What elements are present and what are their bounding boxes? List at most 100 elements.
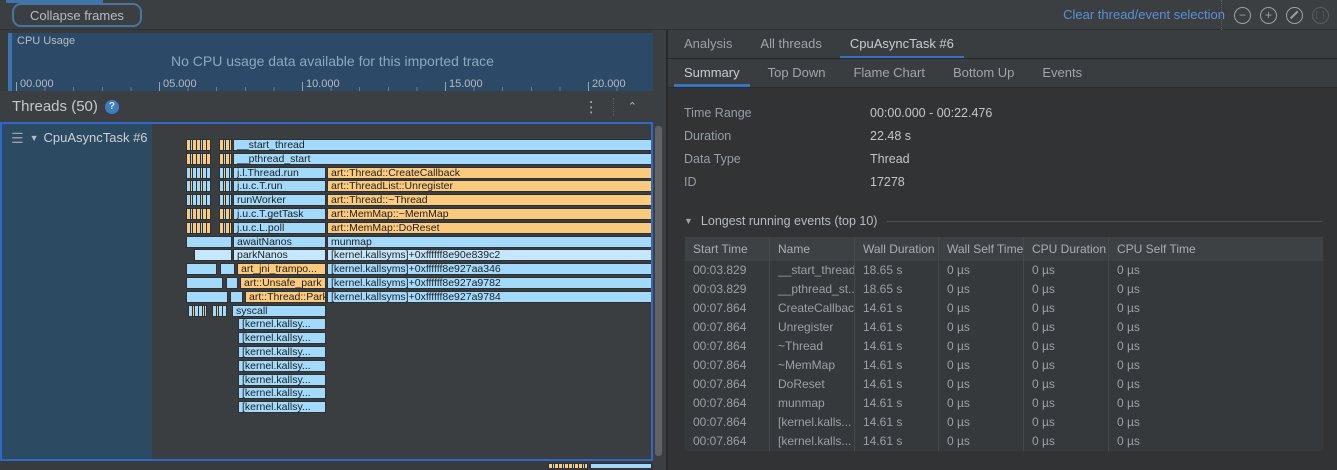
table-cell: 00:07.864 [685,299,770,318]
table-cell: 0 µs [939,261,1024,280]
flame-bar[interactable]: j.u.c.T.run [233,180,326,192]
zoom-out-icon[interactable]: − [1234,7,1251,24]
flame-bar[interactable]: [kernel.kallsyms]+0xffffff8e927aa346 [327,263,651,275]
flame-bar-fragment[interactable] [212,305,227,317]
flame-bar-fragment[interactable] [548,463,588,469]
flame-bar[interactable]: __start_thread [233,139,651,151]
column-header[interactable]: CPU Self Time [1109,237,1323,261]
table-cell: 14.61 s [855,375,939,394]
flame-bar-fragment[interactable] [186,222,211,234]
flame-bar[interactable]: art_jni_trampo... [237,263,326,275]
table-row[interactable]: 00:03.829__start_thread18.65 s0 µs0 µs0 … [685,261,1323,280]
column-header[interactable]: Start Time [685,237,770,261]
flame-bar-fragment[interactable] [194,249,232,261]
flame-bar[interactable]: [kernel.kallsy... [238,374,326,386]
flame-bar[interactable]: [kernel.kallsyms]+0xffffff8e927a9784 [327,291,651,303]
flame-bar-fragment[interactable] [219,153,232,165]
zoom-to-selection-icon[interactable]: [ ] [1312,7,1329,24]
flame-bar-fragment[interactable] [230,291,243,303]
flame-bar[interactable]: [kernel.kallsyms]+0xffffff8e927a9782 [327,277,651,289]
flame-bar-fragment[interactable] [186,236,232,248]
flame-bar[interactable]: runWorker [233,194,326,206]
flame-bar[interactable]: [kernel.kallsyms]+0xffffff8e90e839c2 [327,249,651,261]
flame-bar-fragment[interactable] [186,263,217,275]
flame-bar[interactable]: art::MemMap::~MemMap [327,208,651,220]
table-cell: 0 µs [939,280,1024,299]
flame-bar-fragment[interactable] [219,139,232,151]
column-header[interactable]: Wall Duration [855,237,939,261]
flame-bar-fragment[interactable] [186,194,211,206]
flame-bar-fragment[interactable] [226,277,238,289]
flame-bar[interactable]: art::Thread::Park [245,291,326,303]
flame-bar[interactable]: art::MemMap::DoReset [327,222,651,234]
table-row[interactable]: 00:07.864[kernel.kalls...14.61 s0 µs0 µs… [685,413,1323,432]
flame-bar-fragment[interactable] [186,291,228,303]
column-header[interactable]: Wall Self Time [939,237,1024,261]
flame-bar[interactable]: awaitNanos [233,236,326,248]
kebab-menu-icon[interactable]: ⋮ [570,98,613,116]
flame-bar-fragment[interactable] [219,222,232,234]
column-header[interactable]: Name [770,237,855,261]
flame-bar-fragment[interactable] [186,167,211,179]
subtab-top-down[interactable]: Top Down [754,59,840,87]
table-row[interactable]: 00:07.864[kernel.kalls...14.61 s0 µs0 µs… [685,432,1323,451]
flame-bar-fragment[interactable] [219,167,232,179]
flame-bar[interactable]: syscall [232,305,326,317]
zoom-in-icon[interactable]: + [1260,7,1277,24]
collapse-panel-icon[interactable]: ⌃ [614,100,653,113]
flame-bar[interactable]: art::ThreadList::Unregister [327,180,651,192]
flame-bar-fragment[interactable] [188,305,207,317]
table-row[interactable]: 00:07.864Unregister14.61 s0 µs0 µs0 µs [685,318,1323,337]
table-row[interactable]: 00:07.864DoReset14.61 s0 µs0 µs0 µs [685,375,1323,394]
flame-bar[interactable]: art::Unsafe_park [240,277,326,289]
subtab-events[interactable]: Events [1028,59,1096,87]
flame-bar[interactable]: [kernel.kallsy... [238,318,326,330]
table-row[interactable]: 00:07.864CreateCallback14.61 s0 µs0 µs0 … [685,299,1323,318]
subtab-bottom-up[interactable]: Bottom Up [939,59,1028,87]
flame-bar-fragment[interactable] [186,208,211,220]
flame-bar[interactable]: art::Thread::~Thread [327,194,651,206]
flame-bar-fragment[interactable] [220,263,235,275]
table-row[interactable]: 00:07.864~MemMap14.61 s0 µs0 µs0 µs [685,356,1323,375]
flame-bar-fragment[interactable] [219,180,232,192]
longest-events-section-toggle[interactable]: ▼ Longest running events (top 10) [684,214,1322,228]
flame-bar-fragment[interactable] [186,153,211,165]
flame-bar[interactable]: [kernel.kallsy... [238,387,326,399]
section-caret-icon[interactable]: ▼ [684,216,693,226]
flame-bar[interactable]: j.l.Thread.run [233,167,326,179]
tab-all-threads[interactable]: All threads [746,30,835,58]
flame-bar[interactable]: art::Thread::CreateCallback [327,167,651,179]
tab-cpuasynctask[interactable]: CpuAsyncTask #6 [836,30,968,58]
flame-bar-fragment[interactable] [186,139,211,151]
flame-bar[interactable]: munmap [327,236,651,248]
flame-bar-fragment[interactable] [219,194,232,206]
flame-bar[interactable]: [kernel.kallsy... [238,401,326,413]
flame-bar[interactable]: j.u.c.L.poll [233,222,326,234]
subtab-summary[interactable]: Summary [670,59,754,87]
reset-zoom-icon[interactable] [1286,7,1303,24]
collapse-frames-button[interactable]: Collapse frames [12,3,142,27]
cpu-usage-panel[interactable]: CPU Usage No CPU usage data available fo… [8,33,653,91]
table-cell: DoReset [770,375,855,394]
table-cell: ~Thread [770,337,855,356]
flame-bar-fragment[interactable] [186,277,223,289]
subtab-flame-chart[interactable]: Flame Chart [839,59,939,87]
threads-scrollbar[interactable] [655,126,662,456]
flame-bar[interactable]: __pthread_start [233,153,651,165]
flame-bar[interactable]: j.u.c.T.getTask [233,208,326,220]
table-row[interactable]: 00:03.829__pthread_st...18.65 s0 µs0 µs0… [685,280,1323,299]
flame-bar[interactable]: [kernel.kallsy... [238,332,326,344]
next-thread-peek [0,463,653,470]
flame-bar-fragment[interactable] [186,180,211,192]
table-cell: 0 µs [1109,280,1323,299]
column-header[interactable]: CPU Duration [1024,237,1109,261]
flame-bar-fragment[interactable] [219,208,232,220]
flame-bar[interactable]: parkNanos [233,249,326,261]
flame-bar-fragment[interactable] [590,463,652,469]
flame-bar[interactable]: [kernel.kallsy... [238,346,326,358]
clear-selection-link[interactable]: Clear thread/event selection [1063,0,1225,30]
table-row[interactable]: 00:07.864~Thread14.61 s0 µs0 µs0 µs [685,337,1323,356]
table-row[interactable]: 00:07.864munmap14.61 s0 µs0 µs0 µs [685,394,1323,413]
flame-bar[interactable]: [kernel.kallsy... [238,360,326,372]
help-icon[interactable]: ? [105,100,119,114]
